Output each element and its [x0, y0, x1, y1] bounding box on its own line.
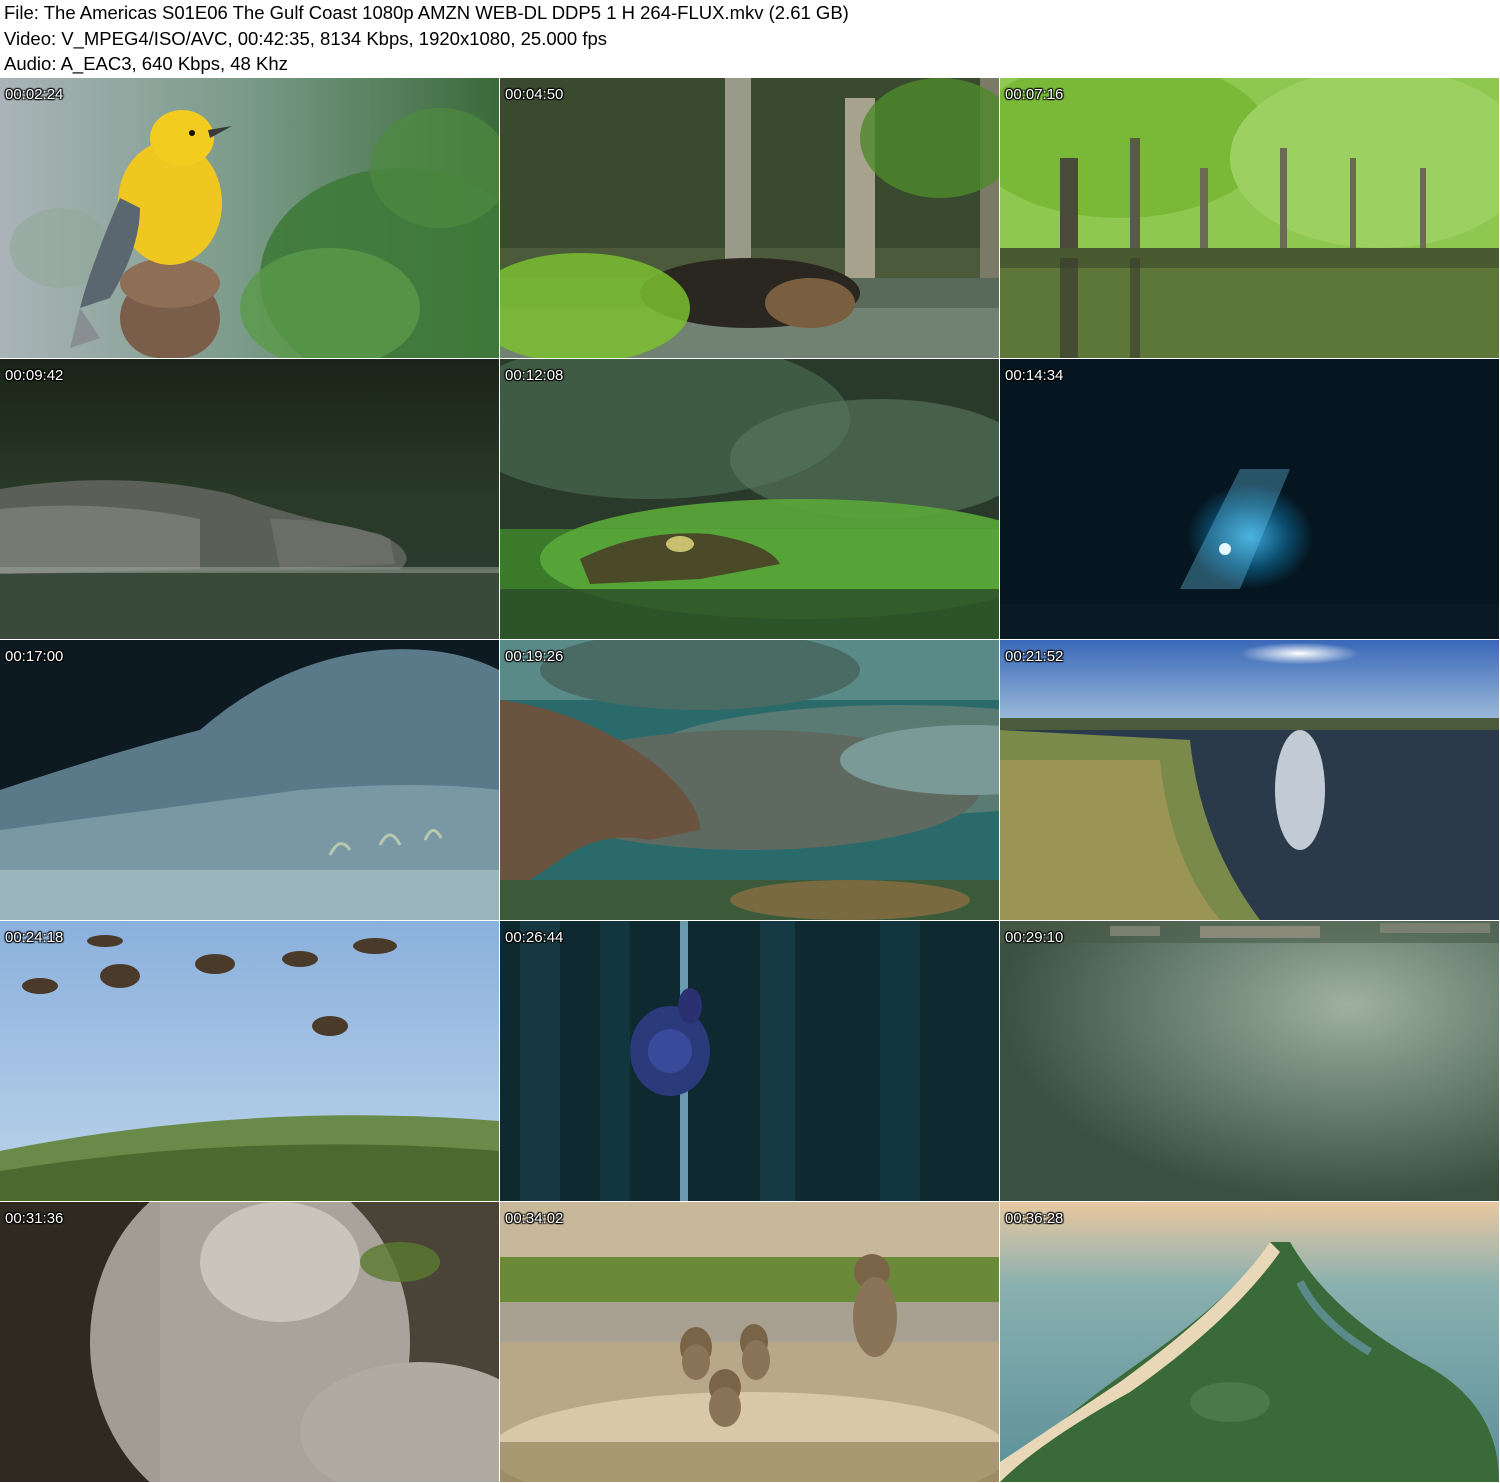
thumbnail-grid: 00:02:24 00:04:50 00:07:16 00:09:42 00:1… — [0, 78, 1500, 1483]
thumbnail-yellow-songbird: 00:02:24 — [0, 78, 499, 358]
timestamp-label: 00:04:50 — [505, 86, 564, 103]
thumbnail-sand-burrow-dust: 00:31:36 — [0, 1202, 499, 1482]
timestamp-label: 00:26:44 — [505, 929, 564, 946]
scene-bear-in-water — [500, 78, 999, 358]
thumbnail-manatees: 00:19:26 — [500, 640, 999, 920]
scene-sand-burrow-dust — [0, 1202, 499, 1482]
timestamp-label: 00:09:42 — [5, 367, 64, 384]
thumbnail-barrier-island-aerial: 00:36:28 — [1000, 1202, 1499, 1482]
scene-snail-on-reed — [500, 921, 999, 1201]
timestamp-label: 00:17:00 — [5, 648, 64, 665]
thumbnail-bear-in-water: 00:04:50 — [500, 78, 999, 358]
scene-birds-flying-grass — [0, 921, 499, 1201]
timestamp-label: 00:14:34 — [1005, 367, 1064, 384]
scene-manatees — [500, 640, 999, 920]
timestamp-label: 00:34:02 — [505, 1210, 564, 1227]
timestamp-label: 00:07:16 — [1005, 86, 1064, 103]
thumbnail-cave-floor-eels: 00:17:00 — [0, 640, 499, 920]
timestamp-label: 00:19:26 — [505, 648, 564, 665]
scene-yellow-songbird — [0, 78, 499, 358]
scene-cave-floor-eels — [0, 640, 499, 920]
timestamp-label: 00:02:24 — [5, 86, 64, 103]
info-header: File: The Americas S01E06 The Gulf Coast… — [0, 0, 1500, 78]
scene-underwater-cave-diver — [1000, 359, 1499, 639]
scene-baby-alligator-grass — [500, 359, 999, 639]
timestamp-label: 00:36:28 — [1005, 1210, 1064, 1227]
timestamp-label: 00:31:36 — [5, 1210, 64, 1227]
file-info-line: File: The Americas S01E06 The Gulf Coast… — [4, 2, 849, 23]
thumbnail-marsh-sunset: 00:21:52 — [1000, 640, 1499, 920]
scene-alligator-dark — [0, 359, 499, 639]
thumbnail-baby-alligator-grass: 00:12:08 — [500, 359, 999, 639]
thumbnail-flooded-forest: 00:07:16 — [1000, 78, 1499, 358]
timestamp-label: 00:12:08 — [505, 367, 564, 384]
scene-aerial-water — [1000, 921, 1499, 1201]
audio-info-line: Audio: A_EAC3, 640 Kbps, 48 Khz — [4, 53, 288, 74]
thumbnail-birds-flying-grass: 00:24:18 — [0, 921, 499, 1201]
timestamp-label: 00:21:52 — [1005, 648, 1064, 665]
thumbnail-underwater-cave-diver: 00:14:34 — [1000, 359, 1499, 639]
video-info-line: Video: V_MPEG4/ISO/AVC, 00:42:35, 8134 K… — [4, 28, 608, 49]
timestamp-label: 00:24:18 — [5, 929, 64, 946]
thumbnail-snail-on-reed: 00:26:44 — [500, 921, 999, 1201]
scene-marsh-sunset — [1000, 640, 1499, 920]
timestamp-label: 00:29:10 — [1005, 929, 1064, 946]
thumbnail-aerial-water: 00:29:10 — [1000, 921, 1499, 1201]
scene-barrier-island-aerial — [1000, 1202, 1499, 1482]
thumbnail-alligator-dark: 00:09:42 — [0, 359, 499, 639]
scene-burrowing-owls — [500, 1202, 999, 1482]
thumbnail-burrowing-owls: 00:34:02 — [500, 1202, 999, 1482]
scene-flooded-forest — [1000, 78, 1499, 358]
